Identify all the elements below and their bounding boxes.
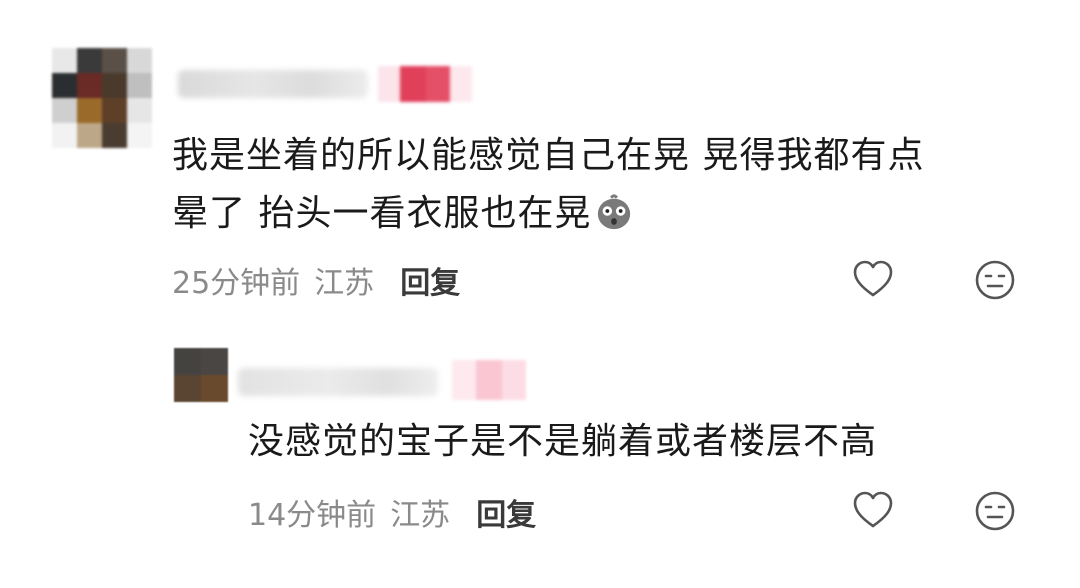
comment-text-line: 我是坐着的所以能感觉自己在晃 晃得我都有点 [172,135,925,176]
comment-text-line: 没感觉的宝子是不是躺着或者楼层不高 [248,421,878,462]
comment-text: 我是坐着的所以能感觉自己在晃 晃得我都有点 晕了 抬头一看衣服也在晃 [172,127,1042,243]
username[interactable] [178,70,368,98]
comment-time: 14分钟前 [248,498,377,533]
shocked-face-emoji [598,194,631,230]
reply-button[interactable]: 回复 [400,258,460,302]
comment-time: 25分钟前 [172,266,301,301]
heart-outline-icon[interactable] [852,259,894,301]
username[interactable] [238,368,438,396]
comment-text-line: 晕了 抬头一看衣服也在晃 [172,185,1042,243]
neutral-face-icon[interactable] [974,259,1016,301]
reply-comment-item: 没感觉的宝子是不是躺着或者楼层不高 14分钟前 江苏 回复 [0,330,1080,588]
reply-button[interactable]: 回复 [476,490,536,534]
neutral-face-icon[interactable] [974,490,1016,532]
user-badge [452,360,526,400]
comment-text: 没感觉的宝子是不是躺着或者楼层不高 [248,413,1048,471]
comment-meta: 25分钟前 江苏 回复 [172,258,460,302]
heart-outline-icon[interactable] [852,490,894,532]
user-badge [378,66,472,102]
comment-item: 我是坐着的所以能感觉自己在晃 晃得我都有点 晕了 抬头一看衣服也在晃 25分钟前… [0,0,1080,330]
comment-location: 江苏 [314,266,375,301]
avatar[interactable] [174,348,228,402]
comment-location: 江苏 [390,498,451,533]
comment-meta: 14分钟前 江苏 回复 [248,490,536,534]
avatar[interactable] [52,48,152,148]
